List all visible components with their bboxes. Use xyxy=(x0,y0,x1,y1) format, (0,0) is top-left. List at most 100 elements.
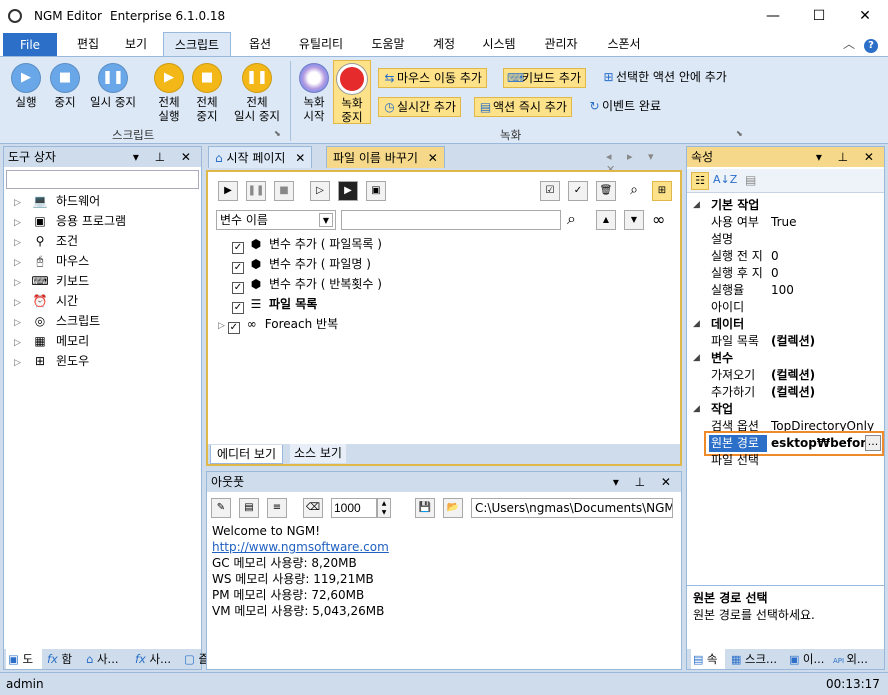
property-value[interactable]: 100 xyxy=(771,282,794,299)
collapse-icon[interactable]: ◢ xyxy=(693,350,700,367)
search-icon[interactable]: ⌕ xyxy=(567,209,576,229)
run-button[interactable]: ▶ 실행 xyxy=(6,63,46,109)
close-tab-icon[interactable]: ✕ xyxy=(295,151,305,165)
step-icon[interactable]: ▷ xyxy=(310,181,330,201)
action-row[interactable]: ✓ ⬢ 변수 추가 ( 파일명 ) xyxy=(218,254,371,274)
tab-start-page[interactable]: ⌂ 시작 페이지 ✕ xyxy=(208,146,313,168)
property-row[interactable]: 실행 후 지 0 xyxy=(687,265,884,282)
property-value[interactable]: 0 xyxy=(771,265,779,282)
property-row[interactable]: 아이디 xyxy=(687,299,884,316)
expand-icon[interactable]: ▷ xyxy=(14,213,30,233)
property-value[interactable]: (컬렉션) xyxy=(771,333,815,350)
collapse-icon[interactable]: ◢ xyxy=(693,197,700,214)
toolbox-bottom-tab[interactable]: ▣ 도 xyxy=(6,649,42,669)
event-done-button[interactable]: ↻ 이벤트 완료 xyxy=(584,97,665,117)
run-from-icon[interactable]: ▣ xyxy=(366,181,386,201)
ribbon-collapse-icon[interactable]: ︿ xyxy=(840,32,858,56)
tab-script[interactable]: 스크립트 xyxy=(163,32,231,57)
property-category[interactable]: ◢ 작업 xyxy=(687,401,884,418)
run-selected-icon[interactable]: ▶ xyxy=(338,181,358,201)
pane-controls[interactable]: ▾ ⊥ ✕ xyxy=(816,147,880,167)
help-icon[interactable]: ? xyxy=(862,32,880,56)
action-row[interactable]: ✓ ⬢ 변수 추가 ( 파일목록 ) xyxy=(218,234,382,254)
tab-file[interactable]: File xyxy=(3,33,57,57)
toolbox-item[interactable]: ▷ ▦ 메모리 xyxy=(14,331,89,351)
tab-help[interactable]: 도움말 xyxy=(362,32,414,56)
broom-icon[interactable]: ✎ xyxy=(211,498,231,518)
tab-edit[interactable]: 편집 xyxy=(66,32,110,56)
new-doc-icon[interactable]: ▤ xyxy=(239,498,259,518)
toolbox-item[interactable]: ▷ ⌨ 키보드 xyxy=(14,271,89,291)
expand-icon[interactable]: ▷ xyxy=(14,273,30,293)
collapse-icon[interactable]: ◢ xyxy=(693,316,700,333)
property-category[interactable]: ◢ 변수 xyxy=(687,350,884,367)
property-row[interactable]: 설명 xyxy=(687,231,884,248)
toolbox-bottom-tab[interactable]: fx 함 xyxy=(45,649,81,669)
expand-icon[interactable]: ▷ xyxy=(14,313,30,333)
stop-all-button[interactable]: ■ 전체 중지 xyxy=(188,63,226,123)
property-value[interactable]: 0 xyxy=(771,248,779,265)
expand-icon[interactable]: ▷ xyxy=(14,353,30,373)
action-checkbox[interactable]: ✓ xyxy=(232,262,244,274)
run-icon[interactable]: ▶ xyxy=(218,181,238,201)
property-row[interactable]: 파일 선택 xyxy=(687,452,884,469)
action-row[interactable]: ✓ ⬢ 변수 추가 ( 반복횟수 ) xyxy=(218,274,382,294)
expand-icon[interactable]: ▷ xyxy=(218,321,228,331)
move-down-icon[interactable]: ▼ xyxy=(624,210,644,230)
add-action-now-button[interactable]: ▤ 액션 즉시 추가 xyxy=(474,97,572,117)
action-checkbox[interactable]: ✓ xyxy=(227,322,240,334)
tab-editor-view[interactable]: 에디터 보기 xyxy=(210,445,284,464)
tab-system[interactable]: 시스템 xyxy=(474,32,524,56)
property-value[interactable]: (컬렉션) xyxy=(771,384,815,401)
tab-source-view[interactable]: 소스 보기 xyxy=(290,444,346,463)
toolbox-search-input[interactable] xyxy=(6,170,199,189)
log-path-field[interactable]: C:\Users\ngmas\Documents\NGM6\ xyxy=(471,498,673,518)
add-keyboard-button[interactable]: ⌨키보드 추가 xyxy=(503,68,587,88)
eraser-icon[interactable]: ⌫ xyxy=(303,498,323,518)
sort-alpha-icon[interactable]: A↓Z xyxy=(713,173,737,186)
expand-icon[interactable]: ▷ xyxy=(14,333,30,353)
tab-rename-files[interactable]: 파일 이름 바꾸기 ✕ xyxy=(326,146,445,168)
action-row[interactable]: ▷ ✓ ∞ Foreach 반복 xyxy=(218,314,338,334)
categorized-icon[interactable]: ☷ xyxy=(691,172,709,190)
expand-icon[interactable]: ▷ xyxy=(14,233,30,253)
tab-admin[interactable]: 관리자 xyxy=(535,32,587,56)
record-start-button[interactable]: 녹화 시작 xyxy=(296,63,332,123)
stop-button[interactable]: ■ 중지 xyxy=(46,63,84,109)
loop-icon[interactable]: ∞ xyxy=(652,210,665,229)
expand-icon[interactable]: ▷ xyxy=(14,293,30,313)
tab-view[interactable]: 보기 xyxy=(114,32,158,56)
count-stepper[interactable]: ▲ ▼ xyxy=(377,498,391,518)
log-link[interactable]: http://www.ngmsoftware.com xyxy=(212,539,389,555)
find-icon[interactable]: ⌕ xyxy=(624,181,644,201)
move-up-icon[interactable]: ▲ xyxy=(596,210,616,230)
toolbox-item[interactable]: ▷ ⏰ 시간 xyxy=(14,291,78,311)
record-group-launcher-icon[interactable]: ⬊ xyxy=(736,129,743,138)
property-row[interactable]: 실행 전 지 0 xyxy=(687,248,884,265)
add-in-action-button[interactable]: ⊞ 선택한 액션 안에 추가 xyxy=(598,68,731,88)
property-row[interactable]: 실행율 100 xyxy=(687,282,884,299)
toolbox-bottom-tab[interactable]: fx 사... xyxy=(133,649,179,669)
add-mouse-move-button[interactable]: ⇆ 마우스 이동 추가 xyxy=(378,68,487,88)
folder-icon[interactable]: 📂 xyxy=(443,498,463,518)
save-icon[interactable]: 💾 xyxy=(415,498,435,518)
script-group-launcher-icon[interactable]: ⬊ xyxy=(274,129,281,138)
property-row[interactable]: 사용 여부 True xyxy=(687,214,884,231)
properties-bottom-tab[interactable]: ▦ 스크... xyxy=(729,649,783,669)
toolbox-item[interactable]: ▷ ⊞ 윈도우 xyxy=(14,351,89,371)
maximize-button[interactable]: ☐ xyxy=(796,0,842,32)
pause-all-button[interactable]: ❚❚ 전체 일시 중지 xyxy=(228,63,286,123)
list-icon[interactable]: ≡ xyxy=(267,498,287,518)
property-value[interactable]: (컬렉션) xyxy=(771,367,815,384)
property-row[interactable]: 원본 경로 esktop₩before... xyxy=(687,431,884,456)
tree-view-icon[interactable]: ⊞ xyxy=(652,181,672,201)
tab-account[interactable]: 계정 xyxy=(424,32,464,56)
check-all-icon[interactable]: ☑ xyxy=(540,181,560,201)
action-checkbox[interactable]: ✓ xyxy=(232,302,244,314)
pause-icon[interactable]: ❚❚ xyxy=(246,181,266,201)
tab-sponsor[interactable]: 스폰서 xyxy=(598,32,650,56)
tab-options[interactable]: 옵션 xyxy=(238,32,282,56)
tab-utility[interactable]: 유틸리티 xyxy=(290,32,352,56)
add-realtime-button[interactable]: ◷ 실시간 추가 xyxy=(378,97,462,117)
expand-icon[interactable]: ▷ xyxy=(14,253,30,273)
